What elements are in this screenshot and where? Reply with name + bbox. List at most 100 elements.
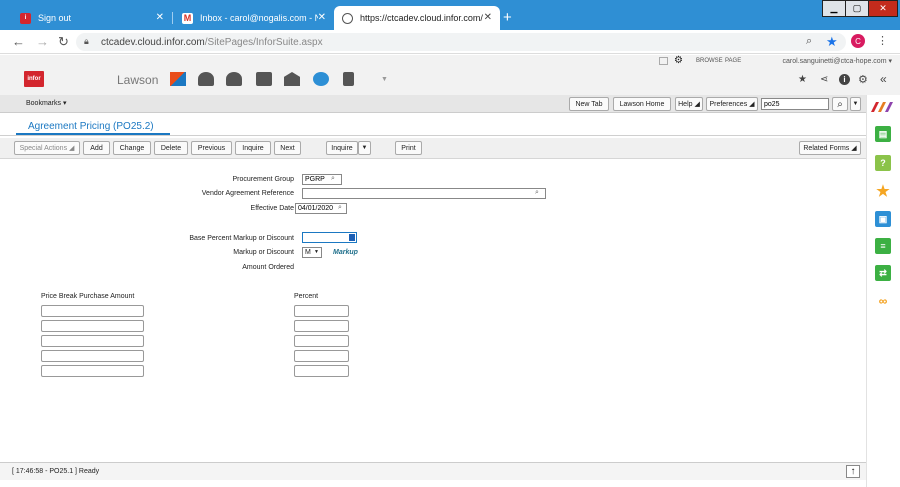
- gmail-icon: M: [182, 12, 193, 24]
- price-break-header: Price Break Purchase Amount: [41, 293, 135, 300]
- url-host: ctcadev.cloud.infor.com: [101, 37, 205, 48]
- price-break-amount-cell[interactable]: [41, 320, 144, 332]
- settings-icon[interactable]: ⚙: [858, 73, 868, 86]
- close-icon[interactable]: ✕: [318, 12, 326, 23]
- info-icon[interactable]: i: [839, 74, 850, 85]
- cursor-caret: [349, 234, 355, 241]
- change-button[interactable]: Change: [113, 141, 151, 155]
- form-title[interactable]: Agreement Pricing (PO25.2): [28, 121, 154, 132]
- price-break-amount-cell[interactable]: [41, 335, 144, 347]
- report-icon[interactable]: ≡: [875, 238, 891, 254]
- zoom-icon[interactable]: ⌕: [806, 35, 812, 48]
- percent-cell[interactable]: [294, 320, 349, 332]
- procurement-group-field[interactable]: [302, 174, 342, 185]
- chevron-down-icon[interactable]: ▼: [358, 141, 371, 155]
- preferences-label: Preferences: [709, 100, 748, 108]
- share-icon[interactable]: ⋖: [820, 74, 828, 85]
- percent-cell[interactable]: [294, 350, 349, 362]
- forward-icon[interactable]: →: [36, 34, 49, 49]
- chevron-down-icon[interactable]: ▼: [850, 97, 861, 111]
- lock-icon[interactable]: 🔒︎: [84, 36, 89, 47]
- new-tab-button[interactable]: New Tab: [569, 97, 609, 111]
- markup-description: Markup: [333, 249, 358, 256]
- star-icon[interactable]: ★: [826, 34, 838, 50]
- price-break-amount-cell[interactable]: [41, 305, 144, 317]
- divider: [0, 135, 866, 136]
- status-text: [ 17:46:58 - PO25.1 ] Ready: [12, 468, 100, 475]
- new-tab-icon[interactable]: +: [503, 9, 512, 26]
- bookmarks-menu[interactable]: Bookmarks ▾: [26, 99, 66, 107]
- inquire-button[interactable]: Inquire: [235, 141, 271, 155]
- print-button[interactable]: Print: [395, 141, 422, 155]
- maximize-button[interactable]: ▢: [845, 0, 869, 17]
- bookmarks-label: Bookmarks: [26, 100, 62, 107]
- calendar-icon[interactable]: ⌕: [338, 204, 342, 212]
- price-break-amount-cell[interactable]: [41, 365, 144, 377]
- percent-cell[interactable]: [294, 305, 349, 317]
- app-name: Lawson: [117, 73, 159, 87]
- team-icon[interactable]: [226, 72, 242, 86]
- browser-tab-sign-out[interactable]: i Sign out ✕: [12, 6, 173, 30]
- collapse-icon[interactable]: «: [880, 72, 887, 86]
- tab-title: Sign out: [38, 13, 72, 23]
- close-icon[interactable]: ✕: [484, 12, 492, 23]
- close-window-button[interactable]: ✕: [868, 0, 898, 17]
- base-percent-label: Base Percent Markup or Discount: [189, 235, 294, 242]
- percent-cell[interactable]: [294, 335, 349, 347]
- user-email: carol.sanguinetti@ctca-hope.com: [782, 58, 887, 65]
- form-search-input[interactable]: [761, 98, 829, 110]
- tab-title: https://ctcadev.cloud.infor.com/: [360, 13, 483, 23]
- browser-tab-inbox[interactable]: M Inbox - carol@nogalis.com - Nog ✕: [174, 6, 334, 30]
- calculator-icon[interactable]: [343, 72, 354, 86]
- window-icon[interactable]: [659, 57, 668, 65]
- procurement-group-label: Procurement Group: [232, 176, 294, 183]
- lookup-icon[interactable]: ⌕: [331, 175, 335, 183]
- vendor-agreement-field[interactable]: [302, 188, 546, 199]
- back-icon[interactable]: ←: [12, 34, 25, 49]
- related-forms-button[interactable]: Related Forms ◢: [799, 141, 861, 155]
- help-document-icon[interactable]: ?: [875, 155, 891, 171]
- markup-or-discount-select[interactable]: M ▼: [302, 247, 322, 258]
- inbox-tray-icon[interactable]: ▤: [875, 126, 891, 142]
- globe-icon[interactable]: [313, 72, 329, 86]
- search-icon[interactable]: ⌕: [832, 97, 848, 111]
- related-forms-label: Related Forms: [803, 144, 850, 152]
- preferences-button[interactable]: Preferences ◢: [706, 97, 758, 111]
- price-break-amount-cell[interactable]: [41, 350, 144, 362]
- profile-avatar[interactable]: C: [851, 34, 865, 48]
- portal-icon[interactable]: [170, 72, 186, 86]
- gear-icon[interactable]: ⚙: [674, 55, 683, 66]
- user-menu[interactable]: carol.sanguinetti@ctca-hope.com ▾: [783, 57, 892, 65]
- percent-cell[interactable]: [294, 365, 349, 377]
- status-bar: [ 17:46:58 - PO25.1 ] Ready ↑: [0, 462, 866, 480]
- browser-tab-strip: i Sign out ✕ M Inbox - carol@nogalis.com…: [0, 0, 900, 30]
- infor-ming-icon[interactable]: [871, 99, 897, 115]
- contact-card-icon[interactable]: ▣: [875, 211, 891, 227]
- browser-tab-active[interactable]: https://ctcadev.cloud.infor.com/ ✕: [334, 6, 500, 30]
- document-icon[interactable]: [256, 72, 272, 86]
- arrow-up-icon[interactable]: ↑: [846, 465, 860, 478]
- binoculars-icon[interactable]: ∞: [875, 293, 891, 309]
- menu-icon[interactable]: ⋮: [877, 34, 888, 47]
- inquire-menu-button[interactable]: Inquire: [326, 141, 358, 155]
- reload-icon[interactable]: ↻: [58, 34, 69, 50]
- add-button[interactable]: Add: [83, 141, 110, 155]
- help-button[interactable]: Help ◢: [675, 97, 703, 111]
- transfer-icon[interactable]: ⇄: [875, 265, 891, 281]
- star-icon[interactable]: ★: [875, 183, 891, 200]
- page-link[interactable]: PAGE: [725, 58, 741, 64]
- favorite-icon[interactable]: ★: [798, 74, 807, 85]
- lawson-home-button[interactable]: Lawson Home: [613, 97, 671, 111]
- minimize-button[interactable]: ▁: [822, 0, 846, 17]
- next-button[interactable]: Next: [274, 141, 301, 155]
- right-rail: ▤ ? ★ ▣ ≡ ⇄ ∞: [866, 95, 900, 487]
- browse-link[interactable]: BROWSE: [696, 58, 723, 64]
- chevron-down-icon[interactable]: ▼: [381, 76, 388, 83]
- close-icon[interactable]: ✕: [156, 12, 164, 23]
- people-icon[interactable]: [198, 72, 214, 86]
- special-actions-button[interactable]: Special Actions ◢: [14, 141, 80, 155]
- previous-button[interactable]: Previous: [191, 141, 232, 155]
- infor-logo[interactable]: infor: [24, 71, 44, 87]
- lookup-icon[interactable]: ⌕: [535, 189, 539, 197]
- delete-button[interactable]: Delete: [154, 141, 188, 155]
